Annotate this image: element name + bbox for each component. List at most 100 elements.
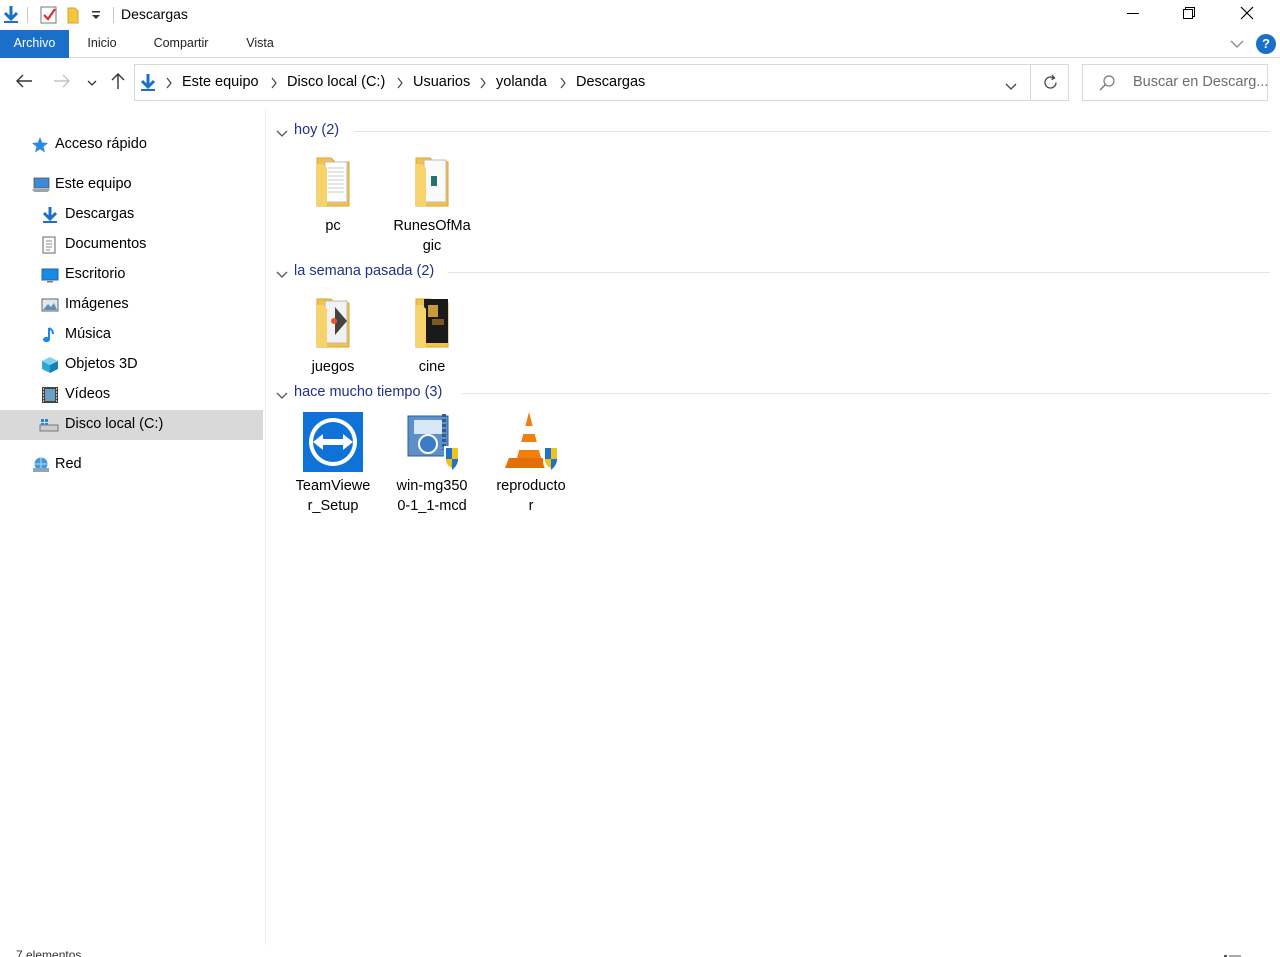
- nav-label: Descargas: [65, 206, 135, 222]
- close-button[interactable]: [1218, 0, 1276, 30]
- breadcrumb-disco-local[interactable]: Disco local (C:): [287, 74, 385, 90]
- breadcrumb-descargas[interactable]: Descargas: [576, 74, 645, 90]
- installer-icon: [400, 410, 464, 474]
- nav-label: Escritorio: [65, 266, 126, 282]
- tab-compartir[interactable]: Compartir: [140, 30, 222, 58]
- breadcrumb-usuarios[interactable]: Usuarios: [413, 74, 470, 90]
- star-icon: [31, 136, 49, 154]
- desktop-icon: [41, 266, 59, 284]
- file-item-cine[interactable]: cine: [391, 291, 473, 377]
- nav-label: Música: [65, 326, 111, 342]
- help-icon[interactable]: ?: [1256, 34, 1276, 54]
- file-label-line: r: [528, 498, 534, 514]
- nav-item-documentos[interactable]: Documentos: [0, 230, 263, 260]
- chevron-down-icon[interactable]: [276, 125, 288, 143]
- nav-item-musica[interactable]: Música: [0, 320, 263, 350]
- teamviewer-icon: [301, 410, 365, 474]
- file-item-runesofmagic[interactable]: RunesOfMa gic: [391, 150, 473, 256]
- recent-locations-button[interactable]: [84, 70, 100, 96]
- nav-label: Objetos 3D: [65, 356, 138, 372]
- item-count: 7 elementos: [16, 948, 82, 957]
- new-folder-icon[interactable]: [66, 5, 82, 30]
- nav-label: Acceso rápido: [55, 136, 147, 152]
- nav-label: Vídeos: [65, 386, 111, 402]
- tab-inicio[interactable]: Inicio: [75, 30, 129, 58]
- group-divider: [354, 131, 1270, 132]
- group-header-hace-mucho-tiempo[interactable]: hace mucho tiempo (3): [276, 383, 1270, 403]
- chevron-down-icon[interactable]: [276, 266, 288, 284]
- chevron-right-icon[interactable]: [165, 76, 173, 94]
- file-label-line: TeamViewe: [295, 478, 371, 494]
- file-label: cine: [418, 359, 446, 375]
- details-view-icon[interactable]: [1224, 949, 1242, 957]
- forward-arrow-icon: [53, 74, 71, 93]
- breadcrumb-este-equipo[interactable]: Este equipo: [182, 74, 259, 90]
- file-label-line: r_Setup: [307, 498, 359, 514]
- nav-label: Este equipo: [55, 176, 132, 192]
- back-arrow-icon: [15, 74, 33, 93]
- chevron-right-icon[interactable]: [479, 76, 487, 94]
- ribbon-tabs: Archivo Inicio Compartir Vista ?: [0, 30, 1280, 58]
- group-divider: [448, 272, 1270, 273]
- computer-icon: [31, 176, 50, 194]
- nav-item-objetos-3d[interactable]: Objetos 3D: [0, 350, 263, 380]
- forward-button[interactable]: [50, 70, 74, 96]
- nav-item-escritorio[interactable]: Escritorio: [0, 260, 263, 290]
- nav-item-descargas[interactable]: Descargas: [0, 200, 263, 230]
- nav-item-red[interactable]: Red: [0, 450, 263, 480]
- nav-item-imagenes[interactable]: Imágenes: [0, 290, 263, 320]
- file-item-win-mg3500[interactable]: win-mg350 0-1_1-mcd: [391, 410, 473, 516]
- up-arrow-icon: [111, 72, 125, 95]
- file-label-line: win-mg350: [396, 478, 468, 494]
- group-title: la semana pasada (2): [294, 263, 435, 279]
- file-label: reproducto r: [490, 476, 572, 516]
- download-arrow-icon: [139, 73, 157, 98]
- file-label: win-mg350 0-1_1-mcd: [391, 476, 473, 516]
- customize-toolbar-dropdown-icon[interactable]: [91, 9, 101, 27]
- film-icon: [41, 386, 59, 404]
- drive-icon: [39, 416, 59, 434]
- nav-item-disco-local[interactable]: Disco local (C:): [0, 410, 263, 440]
- nav-label: Red: [55, 456, 82, 472]
- nav-item-videos[interactable]: Vídeos: [0, 380, 263, 410]
- chevron-right-icon[interactable]: [270, 76, 278, 94]
- folder-icon: [400, 291, 464, 355]
- vlc-cone-icon: [499, 410, 563, 474]
- restore-button[interactable]: [1160, 0, 1218, 30]
- group-header-hoy[interactable]: hoy (2): [276, 121, 1270, 141]
- pictures-icon: [41, 296, 59, 314]
- file-item-pc[interactable]: pc: [292, 150, 374, 236]
- restore-icon: [1183, 6, 1195, 24]
- file-item-reproductor[interactable]: reproducto r: [490, 410, 572, 516]
- address-bar[interactable]: Este equipo Disco local (C:) Usuarios yo…: [134, 64, 1069, 101]
- file-item-teamviewer-setup[interactable]: TeamViewe r_Setup: [292, 410, 374, 516]
- download-arrow-icon[interactable]: [2, 5, 20, 30]
- address-history-chevron-icon[interactable]: [1005, 78, 1017, 96]
- nav-label: Imágenes: [65, 296, 129, 312]
- nav-item-this-pc[interactable]: Este equipo: [0, 170, 263, 200]
- nav-item-quick-access[interactable]: Acceso rápido: [0, 130, 263, 160]
- quick-access-divider: [27, 7, 28, 23]
- chevron-down-icon[interactable]: [276, 387, 288, 405]
- chevron-down-icon: [87, 74, 97, 92]
- up-button[interactable]: [107, 70, 129, 96]
- minimize-button[interactable]: [1104, 0, 1162, 30]
- close-icon: [1240, 6, 1254, 25]
- chevron-right-icon[interactable]: [396, 76, 404, 94]
- file-item-juegos[interactable]: juegos: [292, 291, 374, 377]
- chevron-right-icon[interactable]: [559, 76, 567, 94]
- refresh-icon[interactable]: [1042, 74, 1059, 96]
- search-input[interactable]: Buscar en Descarg...: [1082, 64, 1268, 101]
- nav-label: Documentos: [65, 236, 147, 252]
- expand-ribbon-icon[interactable]: [1230, 36, 1244, 54]
- breadcrumb-yolanda[interactable]: yolanda: [496, 74, 547, 90]
- tab-archivo[interactable]: Archivo: [0, 30, 69, 58]
- properties-check-icon[interactable]: [40, 5, 58, 30]
- status-bar: 7 elementos: [0, 945, 1280, 957]
- group-header-semana-pasada[interactable]: la semana pasada (2): [276, 262, 1270, 282]
- tab-vista[interactable]: Vista: [234, 30, 286, 58]
- folder-icon: [301, 291, 365, 355]
- file-label: TeamViewe r_Setup: [292, 476, 374, 516]
- file-label: pc: [325, 218, 341, 234]
- back-button[interactable]: [12, 70, 36, 96]
